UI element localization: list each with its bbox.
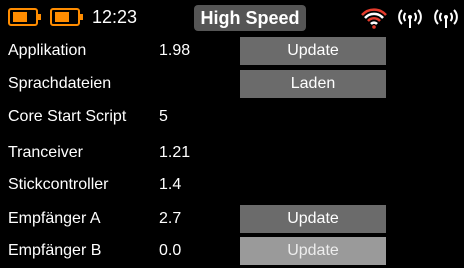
- row-label: Applikation: [8, 42, 87, 59]
- row-value: 1.4: [159, 176, 182, 193]
- row-label: Stickcontroller: [8, 176, 109, 193]
- update-receiver-a-button[interactable]: Update: [240, 205, 386, 233]
- load-language-button[interactable]: Laden: [240, 70, 386, 98]
- row-value: 0.0: [159, 242, 182, 259]
- battery-icon: [8, 8, 41, 26]
- antenna-icon: [398, 9, 422, 28]
- row-applikation: Applikation 1.98 Update: [0, 34, 464, 68]
- row-stickcontroller: Stickcontroller 1.4: [0, 168, 464, 202]
- row-sprachdateien: Sprachdateien Laden: [0, 67, 464, 101]
- wifi-icon: [361, 8, 387, 29]
- update-applikation-button[interactable]: Update: [240, 37, 386, 65]
- row-label: Tranceiver: [8, 144, 83, 161]
- status-bar: 12:23 High Speed: [0, 0, 464, 34]
- row-value: 5: [159, 108, 168, 125]
- row-core-start-script: Core Start Script 5: [0, 100, 464, 134]
- mode-badge[interactable]: High Speed: [194, 5, 306, 31]
- row-value: 1.98: [159, 42, 191, 59]
- update-receiver-b-button[interactable]: Update: [240, 237, 386, 265]
- row-value: 2.7: [159, 210, 182, 227]
- row-empfaenger-b: Empfänger B 0.0 Update: [0, 234, 464, 268]
- row-value: 1.21: [159, 144, 191, 161]
- battery-icon: [50, 8, 83, 26]
- clock: 12:23: [92, 7, 138, 27]
- row-label: Empfänger A: [8, 210, 101, 227]
- row-empfaenger-a: Empfänger A 2.7 Update: [0, 202, 464, 236]
- row-label: Sprachdateien: [8, 75, 112, 92]
- row-label: Empfänger B: [8, 242, 102, 259]
- row-label: Core Start Script: [8, 108, 127, 125]
- row-tranceiver: Tranceiver 1.21: [0, 136, 464, 170]
- antenna-icon: [434, 9, 458, 28]
